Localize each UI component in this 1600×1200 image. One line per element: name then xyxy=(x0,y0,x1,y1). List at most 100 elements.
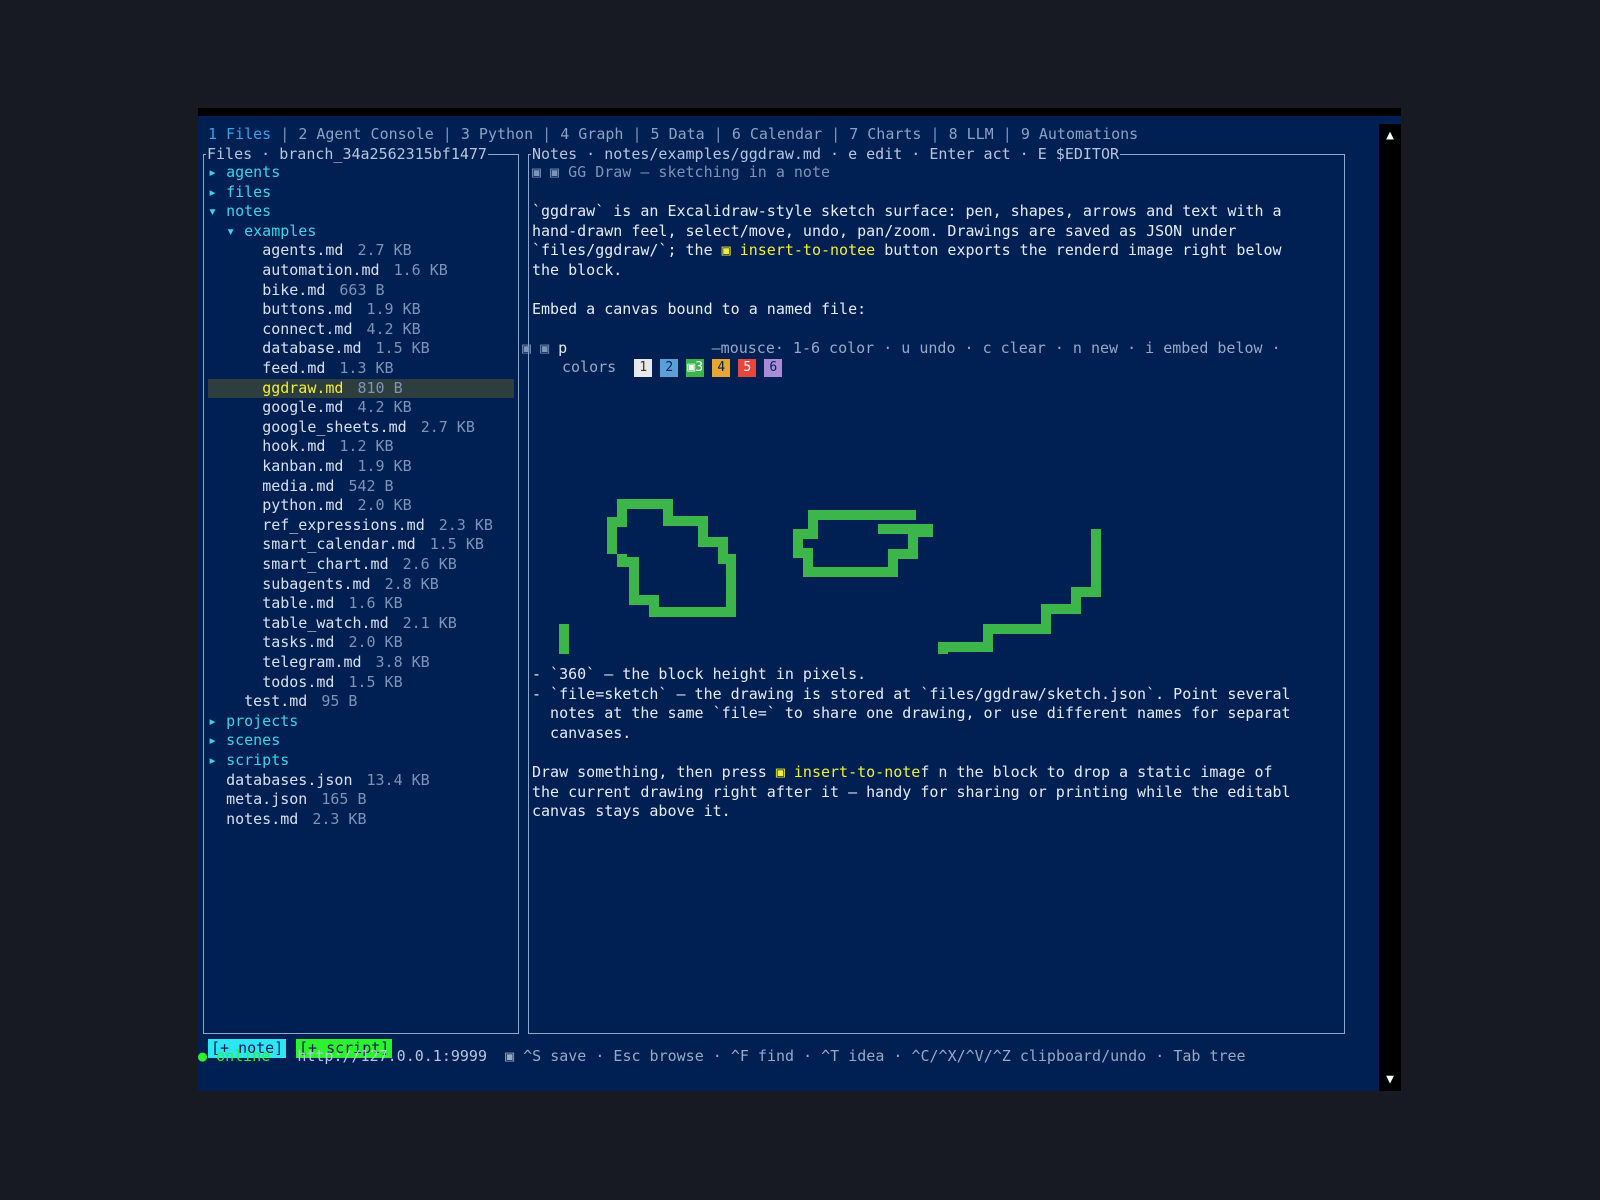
online-dot-icon: ● xyxy=(198,1047,208,1065)
chevron-right-icon[interactable]: ▸ xyxy=(208,183,226,201)
file-size: 1.6 KB xyxy=(393,261,448,279)
tree-file[interactable]: connect.md 4.2 KB xyxy=(208,320,514,340)
tree-file[interactable]: subagents.md 2.8 KB xyxy=(208,575,514,595)
insert-to-note-button[interactable]: ▣ insert-to-note xyxy=(776,763,921,781)
insert-to-note-button[interactable]: ▣ insert-to-notee xyxy=(722,241,876,259)
status-bar: ● online http://127.0.0.1:9999 ▣ ^S save… xyxy=(198,1046,1246,1066)
chevron-down-icon[interactable]: ▾ xyxy=(226,222,244,240)
tree-file[interactable]: smart_calendar.md 1.5 KB xyxy=(208,535,514,555)
tree-file[interactable]: table.md 1.6 KB xyxy=(208,594,514,614)
tree-file[interactable]: databases.json 13.4 KB xyxy=(208,771,514,791)
tab-charts[interactable]: 7 Charts xyxy=(849,125,921,143)
chevron-right-icon[interactable]: ▸ xyxy=(208,731,226,749)
tab-separator: | xyxy=(921,125,949,143)
tree-item-name: hook.md xyxy=(262,437,326,456)
tree-item-name: test.md xyxy=(244,692,308,711)
tree-file[interactable]: tasks.md 2.0 KB xyxy=(208,633,514,653)
tree-file[interactable]: test.md 95 B xyxy=(208,692,514,712)
tree-file[interactable]: meta.json 165 B xyxy=(208,790,514,810)
scroll-up-icon[interactable]: ▲ xyxy=(1379,128,1401,143)
tree-file[interactable]: kanban.md 1.9 KB xyxy=(208,457,514,477)
tab-automations[interactable]: 9 Automations xyxy=(1021,125,1138,143)
tree-file[interactable]: automation.md 1.6 KB xyxy=(208,261,514,281)
canvas-icon: ▣ xyxy=(522,339,532,357)
tab-agent-console[interactable]: 2 Agent Console xyxy=(298,125,433,143)
tree-file[interactable]: agents.md 2.7 KB xyxy=(208,241,514,261)
tree-file[interactable]: bike.md 663 B xyxy=(208,281,514,301)
server-url[interactable]: http://127.0.0.1:9999 xyxy=(297,1047,487,1065)
tree-item-name: automation.md xyxy=(262,261,380,279)
tree-file[interactable]: database.md 1.5 KB xyxy=(208,339,514,359)
tree-item-name: agents.md xyxy=(262,241,344,260)
online-status: online xyxy=(216,1047,271,1065)
tree-file[interactable]: feed.md 1.3 KB xyxy=(208,359,514,379)
tree-folder[interactable]: ▸ scripts xyxy=(208,751,514,771)
sketch-canvas[interactable] xyxy=(528,374,1338,654)
scroll-down-icon[interactable]: ▼ xyxy=(1379,1072,1401,1087)
note-paragraph-1-line-2: hand-drawn feel, select/move, undo, pan/… xyxy=(532,221,1237,240)
tree-file[interactable]: telegram.md 3.8 KB xyxy=(208,653,514,673)
chevron-right-icon[interactable]: ▸ xyxy=(208,751,226,769)
tab-data[interactable]: 5 Data xyxy=(651,125,705,143)
chevron-right-icon[interactable]: ▸ xyxy=(208,163,226,181)
chevron-down-icon[interactable]: ▾ xyxy=(208,202,226,220)
tree-file[interactable]: google_sheets.md 2.7 KB xyxy=(208,418,514,438)
tree-item-name: tasks.md xyxy=(262,633,335,652)
tree-folder[interactable]: ▸ agents xyxy=(208,163,514,183)
tab-calendar[interactable]: 6 Calendar xyxy=(732,125,822,143)
chevron-right-icon[interactable]: ▸ xyxy=(208,712,226,730)
tree-file[interactable]: todos.md 1.5 KB xyxy=(208,673,514,693)
tree-file[interactable]: media.md 542 B xyxy=(208,477,514,497)
tree-file[interactable]: hook.md 1.2 KB xyxy=(208,437,514,457)
note-text: button exports the renderd image right b… xyxy=(875,241,1282,260)
tree-file[interactable]: google.md 4.2 KB xyxy=(208,398,514,418)
file-size: 1.2 KB xyxy=(339,437,394,456)
file-size: 165 B xyxy=(321,790,367,809)
tree-folder[interactable]: ▸ projects xyxy=(208,712,514,732)
tab-graph[interactable]: 4 Graph xyxy=(560,125,623,143)
tab-llm[interactable]: 8 LLM xyxy=(949,125,994,143)
canvas-mode[interactable]: p xyxy=(558,339,567,357)
file-size: 2.7 KB xyxy=(357,241,412,260)
tree-file[interactable]: notes.md 2.3 KB xyxy=(208,810,514,830)
tree-file[interactable]: python.md 2.0 KB xyxy=(208,496,514,516)
tab-separator: | xyxy=(993,125,1021,143)
file-size: 1.6 KB xyxy=(348,594,403,613)
file-size: 2.0 KB xyxy=(348,633,403,652)
tree-folder[interactable]: ▸ files xyxy=(208,183,514,203)
tree-folder[interactable]: ▾ examples xyxy=(208,222,514,242)
scrollbar[interactable]: ▲ ▼ xyxy=(1379,124,1401,1091)
note-paragraph-3-line-1: Draw something, then press ▣ insert-to-n… xyxy=(532,763,1273,783)
tree-item-name: ggdraw.md xyxy=(262,378,344,397)
tree-item-name: files xyxy=(226,182,272,201)
tree-item-name: scenes xyxy=(226,731,281,750)
tree-file[interactable]: smart_chart.md 2.6 KB xyxy=(208,555,514,575)
tree-folder[interactable]: ▸ scenes xyxy=(208,731,514,751)
tab-python[interactable]: 3 Python xyxy=(461,125,533,143)
tree-item-name: todos.md xyxy=(262,672,335,691)
note-text: `files/ggdraw/`; the xyxy=(532,241,722,260)
tree-item-name: google_sheets.md xyxy=(262,417,407,436)
tree-file[interactable]: ggdraw.md 810 B xyxy=(208,378,514,399)
tab-separator: | xyxy=(623,125,651,143)
tree-file[interactable]: ref_expressions.md 2.3 KB xyxy=(208,516,514,536)
tab-files[interactable]: 1 Files xyxy=(208,125,271,143)
tree-folder[interactable]: ▾ notes xyxy=(208,202,514,222)
file-size: 4.2 KB xyxy=(357,398,412,417)
tree-file[interactable]: table_watch.md 2.1 KB xyxy=(208,614,514,634)
tree-file[interactable]: buttons.md 1.9 KB xyxy=(208,300,514,320)
